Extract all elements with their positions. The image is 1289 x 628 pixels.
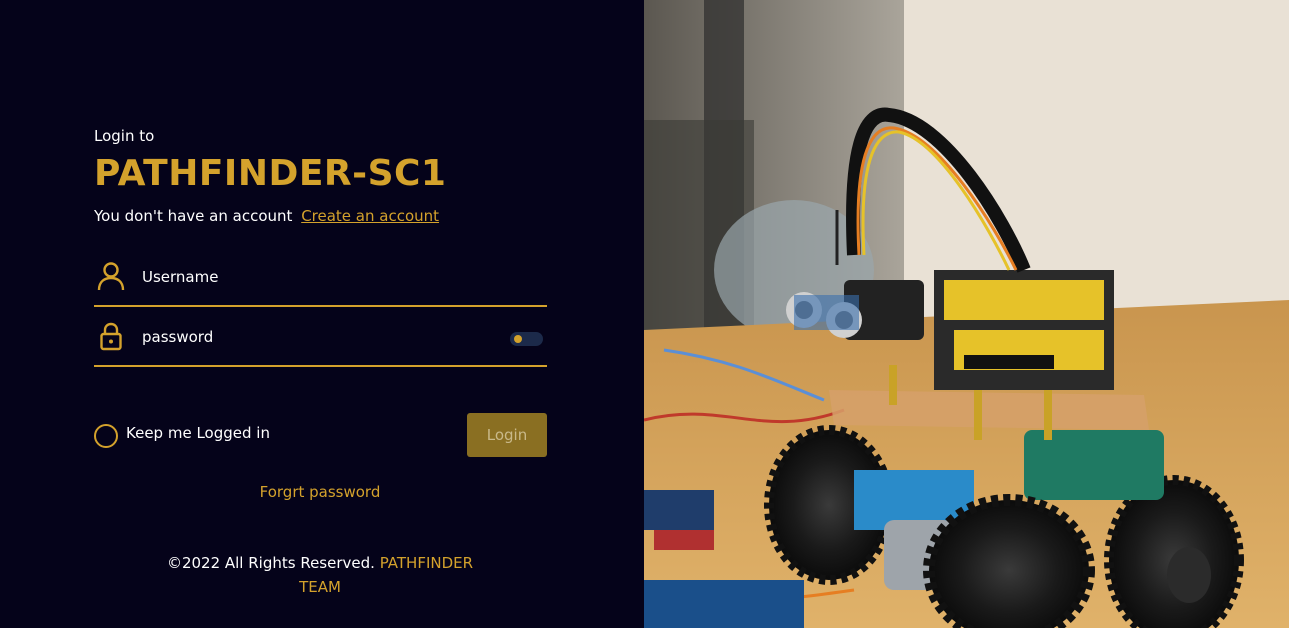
username-field <box>94 259 547 307</box>
user-icon <box>97 262 125 291</box>
account-line: You don't have an account Create an acco… <box>94 207 439 225</box>
lock-icon <box>100 322 122 351</box>
login-heading-small: Login to <box>94 127 155 145</box>
username-input[interactable] <box>142 263 502 291</box>
create-account-link[interactable]: Create an account <box>301 207 439 225</box>
no-account-text: You don't have an account <box>94 207 293 225</box>
keep-logged-in-label: Keep me Logged in <box>126 424 270 442</box>
footer: ©2022 All Rights Reserved. PATHFINDER TE… <box>160 551 480 599</box>
copyright-text: ©2022 All Rights Reserved. <box>166 554 375 572</box>
show-password-toggle[interactable] <box>510 332 543 346</box>
forgot-password-link[interactable]: Forgrt password <box>0 483 640 501</box>
page-title: PATHFINDER-SC1 <box>94 153 447 194</box>
password-field <box>94 319 547 367</box>
robot-car-photo <box>644 0 1289 628</box>
login-panel: Login to PATHFINDER-SC1 You don't have a… <box>0 0 644 628</box>
keep-logged-in-radio[interactable] <box>94 424 118 448</box>
toggle-knob <box>514 335 522 343</box>
login-button[interactable]: Login <box>467 413 547 457</box>
hero-image <box>644 0 1289 628</box>
password-input[interactable] <box>142 323 502 351</box>
